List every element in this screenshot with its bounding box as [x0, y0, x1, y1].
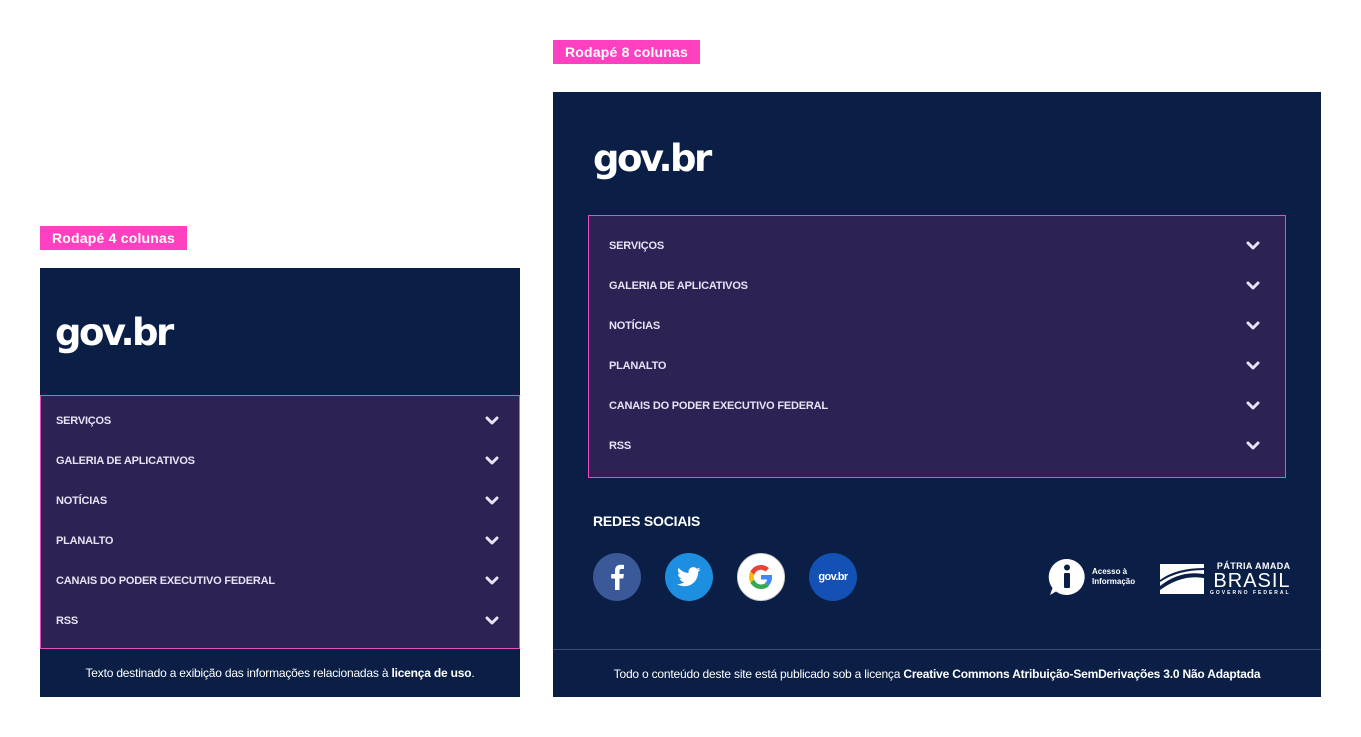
acesso-line2: Informação [1092, 577, 1136, 586]
facebook-icon [611, 564, 624, 590]
patria-line2: BRASIL [1213, 570, 1291, 592]
menu-item-planalto[interactable]: PLANALTO [41, 521, 519, 561]
footer-menu: SERVIÇOS GALERIA DE APLICATIVOS NOTÍCIAS… [588, 215, 1286, 478]
menu-item-rss[interactable]: RSS [589, 426, 1285, 466]
menu-item-label: SERVIÇOS [609, 240, 665, 252]
license-link[interactable]: licença de uso [391, 666, 471, 680]
chevron-down-icon [485, 576, 499, 585]
chevron-down-icon [1246, 361, 1260, 370]
chevron-down-icon [485, 496, 499, 505]
menu-item-label: GALERIA DE APLICATIVOS [609, 280, 748, 292]
menu-item-galeria[interactable]: GALERIA DE APLICATIVOS [41, 441, 519, 481]
footer-4-columns: gov.br SERVIÇOS GALERIA DE APLICATIVOS N… [40, 268, 520, 697]
govbr-icon: gov.br [818, 571, 848, 583]
chevron-down-icon [1246, 441, 1260, 450]
menu-item-canais[interactable]: CANAIS DO PODER EXECUTIVO FEDERAL [41, 561, 519, 601]
chevron-down-icon [485, 416, 499, 425]
menu-item-servicos[interactable]: SERVIÇOS [589, 226, 1285, 266]
footer-8-columns-tag: Rodapé 8 colunas [553, 40, 701, 64]
footer-4-columns-tag: Rodapé 4 colunas [40, 226, 188, 250]
chevron-down-icon [1246, 321, 1260, 330]
menu-item-label: SERVIÇOS [56, 415, 112, 427]
info-icon [1048, 558, 1085, 595]
twitter-button[interactable] [665, 553, 713, 601]
facebook-button[interactable] [593, 553, 641, 601]
google-icon [749, 565, 773, 589]
chevron-down-icon [485, 536, 499, 545]
chevron-down-icon [1246, 241, 1260, 250]
govbr-logo[interactable]: gov.br [593, 140, 712, 177]
brasil-flag-icon [1160, 564, 1204, 594]
menu-item-label: NOTÍCIAS [56, 495, 107, 507]
chevron-down-icon [1246, 281, 1260, 290]
license-text: Todo o conteúdo deste site está publicad… [613, 666, 904, 681]
govbr-social-button[interactable]: gov.br [809, 553, 857, 601]
menu-item-canais[interactable]: CANAIS DO PODER EXECUTIVO FEDERAL [589, 386, 1285, 426]
menu-item-label: GALERIA DE APLICATIVOS [56, 455, 195, 467]
acesso-informacao-logo[interactable]: Acesso à Informação [1048, 558, 1135, 596]
patria-line3: GOVERNO FEDERAL [1210, 590, 1291, 596]
menu-item-rss[interactable]: RSS [41, 601, 519, 641]
google-button[interactable] [737, 553, 785, 601]
menu-item-galeria[interactable]: GALERIA DE APLICATIVOS [589, 266, 1285, 306]
social-section-title: REDES SOCIAIS [593, 513, 701, 529]
menu-item-label: PLANALTO [56, 535, 114, 547]
menu-item-servicos[interactable]: SERVIÇOS [41, 401, 519, 441]
chevron-down-icon [485, 616, 499, 625]
menu-item-label: CANAIS DO PODER EXECUTIVO FEDERAL [56, 575, 275, 587]
license-text: Texto destinado a exibição das informaçõ… [85, 666, 392, 680]
acesso-line1: Acesso à [1092, 567, 1128, 576]
menu-item-label: PLANALTO [609, 360, 667, 372]
menu-item-planalto[interactable]: PLANALTO [589, 346, 1285, 386]
menu-item-noticias[interactable]: NOTÍCIAS [41, 481, 519, 521]
twitter-icon [677, 567, 701, 587]
license-bar: Todo o conteúdo deste site está publicad… [553, 649, 1321, 697]
menu-item-label: CANAIS DO PODER EXECUTIVO FEDERAL [609, 400, 828, 412]
license-link[interactable]: Creative Commons Atribuição-SemDerivaçõe… [903, 667, 1260, 681]
footer-8-columns: gov.br SERVIÇOS GALERIA DE APLICATIVOS N… [553, 92, 1321, 697]
chevron-down-icon [1246, 401, 1260, 410]
menu-item-noticias[interactable]: NOTÍCIAS [589, 306, 1285, 346]
govbr-logo[interactable]: gov.br [55, 314, 174, 351]
chevron-down-icon [485, 456, 499, 465]
license-bar: Texto destinado a exibição das informaçõ… [40, 649, 520, 697]
menu-item-label: NOTÍCIAS [609, 320, 660, 332]
menu-item-label: RSS [56, 615, 79, 627]
menu-item-label: RSS [609, 440, 632, 452]
footer-menu: SERVIÇOS GALERIA DE APLICATIVOS NOTÍCIAS… [40, 395, 520, 649]
license-suffix: . [471, 666, 475, 680]
patria-amada-brasil-logo[interactable]: PÁTRIA AMADA BRASIL GOVERNO FEDERAL [1160, 562, 1291, 596]
